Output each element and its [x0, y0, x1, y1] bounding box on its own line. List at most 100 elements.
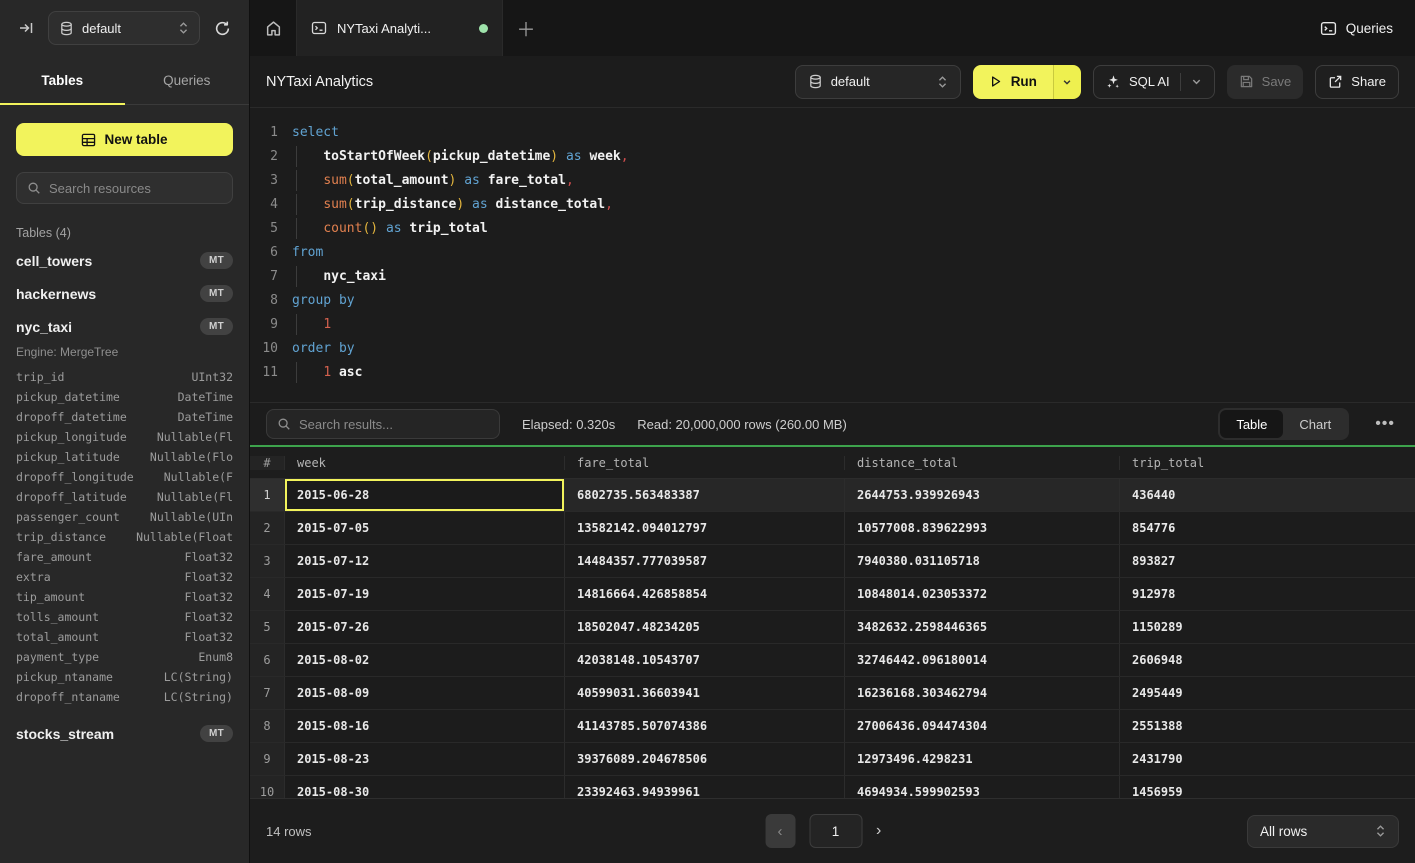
table-column-row[interactable]: dropoff_ntaname LC(String) [16, 687, 233, 707]
cell-trip-total[interactable]: 2606948 [1120, 644, 1415, 676]
cell-trip-total[interactable]: 912978 [1120, 578, 1415, 610]
cell-distance-total[interactable]: 10577008.839622993 [845, 512, 1120, 544]
cell-distance-total[interactable]: 32746442.096180014 [845, 644, 1120, 676]
cell-week[interactable]: 2015-06-28 [285, 479, 565, 511]
cell-trip-total[interactable]: 1456959 [1120, 776, 1415, 798]
cell-distance-total[interactable]: 27006436.094474304 [845, 710, 1120, 742]
table-row[interactable]: 2 2015-07-05 13582142.094012797 10577008… [250, 512, 1415, 545]
cell-distance-total[interactable]: 10848014.023053372 [845, 578, 1120, 610]
current-page-indicator[interactable]: 1 [809, 814, 862, 848]
table-column-row[interactable]: dropoff_datetime DateTime [16, 407, 233, 427]
table-row[interactable]: 3 2015-07-12 14484357.777039587 7940380.… [250, 545, 1415, 578]
cell-trip-total[interactable]: 854776 [1120, 512, 1415, 544]
table-column-row[interactable]: pickup_latitude Nullable(Flo [16, 447, 233, 467]
sidebar-table-item[interactable]: nyc_taxi MT [16, 310, 233, 343]
database-selector[interactable]: default [48, 11, 200, 45]
cell-fare-total[interactable]: 14484357.777039587 [565, 545, 845, 577]
new-table-button[interactable]: New table [16, 123, 233, 156]
sidebar-tab-tables[interactable]: Tables [0, 56, 125, 104]
cell-distance-total[interactable]: 3482632.2598446365 [845, 611, 1120, 643]
cell-trip-total[interactable]: 2431790 [1120, 743, 1415, 775]
chevron-down-icon[interactable] [1191, 76, 1202, 87]
table-column-row[interactable]: total_amount Float32 [16, 627, 233, 647]
cell-week[interactable]: 2015-07-26 [285, 611, 565, 643]
sidebar-table-item[interactable]: stocks_stream MT [16, 717, 233, 750]
page-size-selector[interactable]: All rows [1247, 815, 1399, 848]
column-header-distance-total[interactable]: distance_total [845, 456, 1120, 470]
cell-distance-total[interactable]: 2644753.939926943 [845, 479, 1120, 511]
table-column-row[interactable]: dropoff_latitude Nullable(Fl [16, 487, 233, 507]
table-column-row[interactable]: extra Float32 [16, 567, 233, 587]
cell-week[interactable]: 2015-07-19 [285, 578, 565, 610]
run-button[interactable]: Run [973, 65, 1053, 99]
tab-nytaxi-analytics[interactable]: NYTaxi Analyti... [297, 0, 503, 56]
cell-fare-total[interactable]: 13582142.094012797 [565, 512, 845, 544]
query-database-selector[interactable]: default [795, 65, 961, 99]
cell-fare-total[interactable]: 14816664.426858854 [565, 578, 845, 610]
refresh-button[interactable] [210, 16, 235, 41]
cell-fare-total[interactable]: 42038148.10543707 [565, 644, 845, 676]
cell-distance-total[interactable]: 4694934.599902593 [845, 776, 1120, 798]
cell-week[interactable]: 2015-08-02 [285, 644, 565, 676]
sql-code-line[interactable]: 8 group by [250, 288, 1415, 312]
table-row[interactable]: 5 2015-07-26 18502047.48234205 3482632.2… [250, 611, 1415, 644]
table-column-row[interactable]: pickup_longitude Nullable(Fl [16, 427, 233, 447]
table-column-row[interactable]: pickup_datetime DateTime [16, 387, 233, 407]
column-header-trip-total[interactable]: trip_total [1120, 456, 1415, 470]
sql-code-line[interactable]: 6 from [250, 240, 1415, 264]
sidebar-search-input[interactable] [49, 181, 222, 196]
sql-ai-button[interactable]: SQL AI [1093, 65, 1215, 99]
cell-fare-total[interactable]: 18502047.48234205 [565, 611, 845, 643]
cell-trip-total[interactable]: 2495449 [1120, 677, 1415, 709]
sql-code-line[interactable]: 2 toStartOfWeek(pickup_datetime) as week… [250, 144, 1415, 168]
table-column-row[interactable]: pickup_ntaname LC(String) [16, 667, 233, 687]
cell-fare-total[interactable]: 40599031.36603941 [565, 677, 845, 709]
cell-week[interactable]: 2015-08-09 [285, 677, 565, 709]
table-row[interactable]: 10 2015-08-30 23392463.94939961 4694934.… [250, 776, 1415, 798]
view-tab-table[interactable]: Table [1220, 410, 1283, 438]
results-search-input[interactable] [299, 417, 489, 432]
cell-fare-total[interactable]: 39376089.204678506 [565, 743, 845, 775]
table-column-row[interactable]: passenger_count Nullable(UIn [16, 507, 233, 527]
sql-code-line[interactable]: 9 1 [250, 312, 1415, 336]
column-header-fare-total[interactable]: fare_total [565, 456, 845, 470]
previous-page-button[interactable]: ‹ [765, 814, 795, 848]
queries-button[interactable]: Queries [1298, 0, 1415, 56]
cell-fare-total[interactable]: 23392463.94939961 [565, 776, 845, 798]
sidebar-search[interactable] [16, 172, 233, 204]
collapse-sidebar-button[interactable] [14, 16, 38, 40]
results-search[interactable] [266, 409, 500, 439]
sql-code-line[interactable]: 10 order by [250, 336, 1415, 360]
cell-distance-total[interactable]: 16236168.303462794 [845, 677, 1120, 709]
table-column-row[interactable]: dropoff_longitude Nullable(F [16, 467, 233, 487]
home-button[interactable] [250, 0, 297, 56]
table-column-row[interactable]: tolls_amount Float32 [16, 607, 233, 627]
table-column-row[interactable]: trip_id UInt32 [16, 367, 233, 387]
cell-trip-total[interactable]: 436440 [1120, 479, 1415, 511]
save-button[interactable]: Save [1227, 65, 1304, 99]
sql-code-line[interactable]: 1 select [250, 120, 1415, 144]
cell-fare-total[interactable]: 6802735.563483387 [565, 479, 845, 511]
share-button[interactable]: Share [1315, 65, 1399, 99]
cell-week[interactable]: 2015-07-12 [285, 545, 565, 577]
sql-code-line[interactable]: 3 sum(total_amount) as fare_total, [250, 168, 1415, 192]
cell-week[interactable]: 2015-08-30 [285, 776, 565, 798]
cell-fare-total[interactable]: 41143785.507074386 [565, 710, 845, 742]
new-tab-button[interactable]: ＋ [503, 0, 549, 56]
table-row[interactable]: 8 2015-08-16 41143785.507074386 27006436… [250, 710, 1415, 743]
cell-trip-total[interactable]: 893827 [1120, 545, 1415, 577]
cell-week[interactable]: 2015-08-16 [285, 710, 565, 742]
table-column-row[interactable]: tip_amount Float32 [16, 587, 233, 607]
table-row[interactable]: 1 2015-06-28 6802735.563483387 2644753.9… [250, 479, 1415, 512]
sql-code-line[interactable]: 4 sum(trip_distance) as distance_total, [250, 192, 1415, 216]
sql-code-line[interactable]: 7 nyc_taxi [250, 264, 1415, 288]
table-row[interactable]: 4 2015-07-19 14816664.426858854 10848014… [250, 578, 1415, 611]
table-column-row[interactable]: trip_distance Nullable(Float [16, 527, 233, 547]
cell-trip-total[interactable]: 1150289 [1120, 611, 1415, 643]
next-page-button[interactable]: › [876, 822, 881, 840]
table-column-row[interactable]: fare_amount Float32 [16, 547, 233, 567]
sql-code-line[interactable]: 5 count() as trip_total [250, 216, 1415, 240]
results-more-button[interactable]: ••• [1371, 415, 1399, 433]
column-header-week[interactable]: week [285, 456, 565, 470]
table-row[interactable]: 7 2015-08-09 40599031.36603941 16236168.… [250, 677, 1415, 710]
